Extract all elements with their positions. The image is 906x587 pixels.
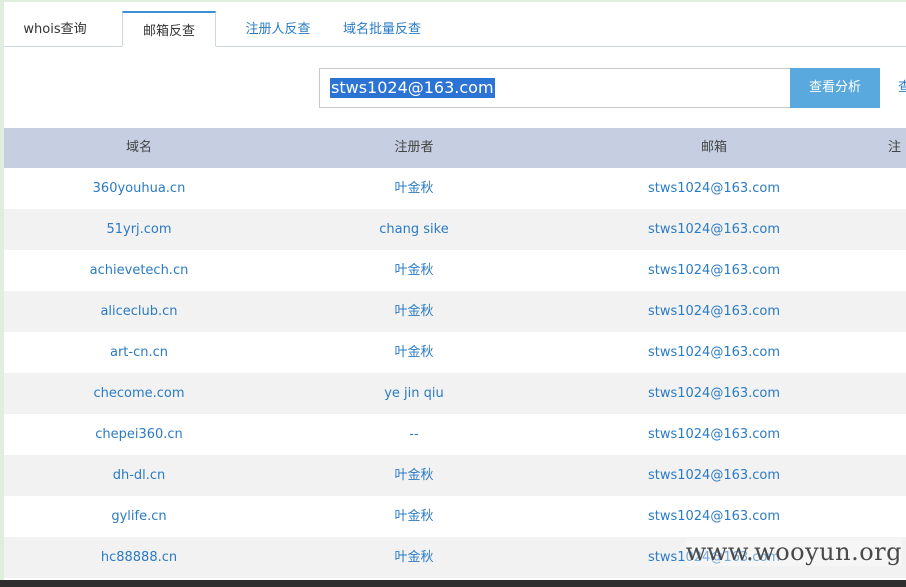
domain-link[interactable]: achievetech.cn [4,250,274,291]
domain-link[interactable]: dh-dl.cn [4,455,274,496]
date-cell: 201 [874,209,906,250]
domain-link[interactable]: hc88888.cn [4,537,274,578]
table-row: aliceclub.cn 叶金秋 stws1024@163.com 201 [4,291,906,332]
registrant-link[interactable]: chang sike [274,209,554,250]
domain-link[interactable]: aliceclub.cn [4,291,274,332]
registrant-link[interactable]: -- [274,414,554,455]
table-row: art-cn.cn 叶金秋 stws1024@163.com 201 [4,332,906,373]
tab-whois[interactable]: whois查询 [4,11,106,47]
email-link[interactable]: stws1024@163.com [554,168,874,209]
domain-link[interactable]: chepei360.cn [4,414,274,455]
search-input[interactable]: stws1024@163.com [319,68,791,108]
registrant-link[interactable]: 叶金秋 [274,496,554,537]
table-row: achievetech.cn 叶金秋 stws1024@163.com 201 [4,250,906,291]
email-link[interactable]: stws1024@163.com [554,414,874,455]
registrant-link[interactable]: 叶金秋 [274,332,554,373]
date-cell: 201 [874,168,906,209]
analyze-button[interactable]: 查看分析 [790,68,880,108]
date-cell: 201 [874,250,906,291]
registrant-link[interactable]: 叶金秋 [274,250,554,291]
domain-link[interactable]: checome.com [4,373,274,414]
tab-email-reverse[interactable]: 邮箱反查 [122,11,216,47]
domain-link[interactable]: gylife.cn [4,496,274,537]
domain-link[interactable]: 360youhua.cn [4,168,274,209]
email-link[interactable]: stws1024@163.com [554,250,874,291]
date-cell: 201 [874,455,906,496]
date-cell: 201 [874,496,906,537]
bottom-strip [0,580,906,587]
header-domain: 域名 [125,140,152,155]
registrant-link[interactable]: 叶金秋 [274,537,554,578]
email-link[interactable]: stws1024@163.com [554,291,874,332]
header-email: 邮箱 [700,140,727,155]
domain-link[interactable]: 51yrj.com [4,209,274,250]
search-input-value: stws1024@163.com [330,78,495,98]
email-link[interactable]: stws1024@163.com [554,373,874,414]
registrant-link[interactable]: 叶金秋 [274,291,554,332]
table-header: 域名 注册者 邮箱 注 [4,128,906,168]
domain-link[interactable]: art-cn.cn [4,332,274,373]
table-row: dh-dl.cn 叶金秋 stws1024@163.com 201 [4,455,906,496]
header-registrant: 注册者 [394,140,434,155]
registrant-link[interactable]: 叶金秋 [274,168,554,209]
registrant-link[interactable]: 叶金秋 [274,455,554,496]
table-row: 360youhua.cn 叶金秋 stws1024@163.com 201 [4,168,906,209]
email-link[interactable]: stws1024@163.com [554,496,874,537]
tab-registrant-reverse[interactable]: 注册人反查 [226,11,330,47]
extra-link[interactable]: 查 [898,68,906,108]
table-body: 360youhua.cn 叶金秋 stws1024@163.com 201 51… [4,168,906,578]
watermark: www.wooyun.org [685,538,902,566]
date-cell: 201 [874,332,906,373]
main-panel: whois查询 邮箱反查 注册人反查 域名批量反查 stws1024@163.c… [4,2,906,580]
date-cell: 201 [874,373,906,414]
email-link[interactable]: stws1024@163.com [554,332,874,373]
email-link[interactable]: stws1024@163.com [554,455,874,496]
date-cell: 201 [874,414,906,455]
date-cell: 201 [874,291,906,332]
tab-batch-reverse[interactable]: 域名批量反查 [332,11,432,47]
table-row: 51yrj.com chang sike stws1024@163.com 20… [4,209,906,250]
header-date: 注 [888,140,902,155]
table-row: checome.com ye jin qiu stws1024@163.com … [4,373,906,414]
table-row: chepei360.cn -- stws1024@163.com 201 [4,414,906,455]
tab-bar: whois查询 邮箱反查 注册人反查 域名批量反查 [4,2,906,47]
table-row: gylife.cn 叶金秋 stws1024@163.com 201 [4,496,906,537]
registrant-link[interactable]: ye jin qiu [274,373,554,414]
email-link[interactable]: stws1024@163.com [554,209,874,250]
